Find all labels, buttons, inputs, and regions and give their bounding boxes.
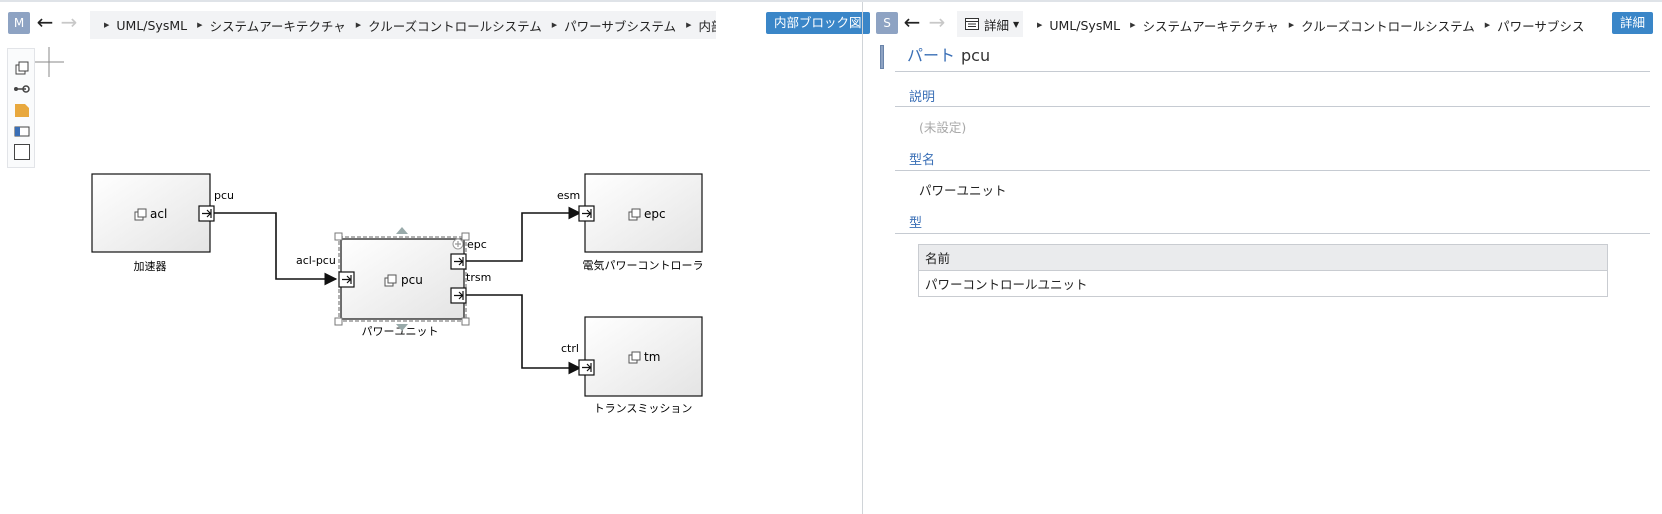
port[interactable] [578,205,595,222]
block-name: pcu [401,273,423,287]
port[interactable] [450,253,467,270]
block-pcu[interactable]: pcu パワーユニット [338,236,467,338]
caret-right-icon: ▶ [1037,21,1043,29]
forward-arrow-icon[interactable]: → [57,11,81,35]
divider [895,71,1650,72]
breadcrumb-label: パワーサブシステム [1497,18,1583,34]
port-label: acl-pcu [296,254,336,267]
caret-right-icon: ▶ [355,21,362,29]
block-type-name: トランスミッション [594,402,693,415]
detail-button[interactable]: 詳細 [1612,12,1654,34]
breadcrumb-label: システムアーキテクチャ [209,18,346,34]
page-title: パート pcu [907,42,990,66]
type-label: 型 [909,216,923,231]
connector[interactable] [210,212,338,286]
caret-right-icon: ▶ [1130,21,1136,29]
diagram-canvas[interactable]: acl 加速器 pcu pcu パワーユニット acl-pcu epc trsm… [0,42,862,514]
add-port-icon[interactable] [452,238,464,250]
block-name: acl [150,207,167,221]
table-header-row: 名前 [918,244,1608,271]
view-mode-dropdown[interactable]: 詳細 ▼ [957,11,1028,37]
breadcrumb-label: システムアーキテクチャ [1142,18,1279,34]
breadcrumb-item[interactable]: ▶ パワーサブシステム [552,16,676,35]
type-name-label: 型名 [909,153,936,168]
breadcrumb-label: パワーサブシステム [564,18,677,34]
breadcrumb-label: UML/SysML [116,17,188,33]
part-name: pcu [961,46,991,65]
block-name: epc [644,207,666,221]
part-kind: パート [907,46,956,65]
column-header-name[interactable]: 名前 [918,244,1608,271]
divider [895,233,1650,234]
caret-right-icon: ▶ [1484,21,1491,29]
view-mode-label: 詳細 [984,17,1010,33]
breadcrumb-item[interactable]: ▶ システムアーキテクチャ [197,16,346,35]
caret-right-icon: ▶ [686,21,692,29]
table-cell[interactable]: パワーコントロールユニット [918,270,1608,297]
port-label: pcu [214,189,234,202]
breadcrumb-item[interactable]: ▶ UML/SysML [1037,18,1120,33]
breadcrumb-item[interactable]: ▶ パワーサブシステム [1485,16,1583,35]
breadcrumb-label: 内部ブロック図 [698,18,716,34]
detail-view-icon [965,18,979,30]
breadcrumb-label: クルーズコントロールシステム [368,18,542,34]
connector[interactable] [464,294,582,375]
block-name: tm [644,350,660,364]
port-label: epc [467,238,487,251]
breadcrumb-item[interactable]: ▶ クルーズコントロールシステム [1289,16,1475,35]
back-arrow-icon[interactable]: ← [33,11,57,35]
diagram-toolbar: M ← → ▶ UML/SysML ▶ システムアーキテクチャ ▶ クルーズコントロー… [0,10,870,40]
properties-toolbar: S ← → 詳細 ▼ ▶ UML/SysML ▶ システムアーキテクチャ ▶ クルーズ… [863,10,1662,40]
caret-right-icon: ▶ [551,21,558,29]
port[interactable] [450,287,467,304]
connector[interactable] [464,206,582,262]
breadcrumb-label: UML/SysML [1049,17,1121,33]
port-label: esm [557,189,580,202]
port[interactable] [578,359,595,376]
breadcrumb-item[interactable]: ▶ システムアーキテクチャ [1130,16,1279,35]
breadcrumb-item[interactable]: ▶ 内部ブロック図 [686,16,716,35]
breadcrumb-item[interactable]: ▶ UML/SysML [104,18,187,33]
port[interactable] [198,205,215,222]
description-label: 説明 [909,90,936,105]
breadcrumb-item[interactable]: ▶ クルーズコントロールシステム [356,16,542,35]
type-name-value[interactable]: パワーユニット [919,180,1007,199]
table-row[interactable]: パワーコントロールユニット [918,270,1608,297]
properties-pane: S ← → 詳細 ▼ ▶ UML/SysML ▶ システムアーキテクチャ ▶ クルーズ… [863,2,1662,514]
breadcrumb: ▶ UML/SysML ▶ システムアーキテクチャ ▶ クルーズコントロールシステム … [1023,11,1583,39]
type-table: 名前 パワーコントロールユニット [918,244,1608,297]
resize-up-icon[interactable] [396,227,408,234]
internal-block-diagram-button[interactable]: 内部ブロック図 [766,12,870,34]
diagram-pane: M ← → ▶ UML/SysML ▶ システムアーキテクチャ ▶ クルーズコントロー… [0,2,870,514]
block-type-name: 電気パワーコントローラ [583,258,704,272]
divider [895,170,1650,171]
forward-arrow-icon[interactable]: → [925,11,949,35]
block-epc[interactable]: epc 電気パワーコントローラ [583,173,704,272]
divider [895,106,1650,107]
caret-right-icon: ▶ [1288,21,1295,29]
block-tm[interactable]: tm トランスミッション [584,316,703,415]
block-acl[interactable]: acl 加速器 [91,173,211,273]
port-label: trsm [466,271,491,284]
description-value[interactable]: (未設定) [919,117,966,136]
port-label: ctrl [561,342,579,355]
mode-badge[interactable]: M [8,12,30,34]
port[interactable] [338,271,355,288]
mode-badge[interactable]: S [876,12,898,34]
caret-right-icon: ▶ [104,21,110,29]
selection-marker [880,45,884,69]
breadcrumb: ▶ UML/SysML ▶ システムアーキテクチャ ▶ クルーズコントロールシステム … [90,11,716,39]
block-type-name: 加速器 [134,260,167,273]
chevron-down-icon: ▼ [1013,19,1020,29]
back-arrow-icon[interactable]: ← [900,11,924,35]
breadcrumb-label: クルーズコントロールシステム [1301,18,1475,34]
caret-right-icon: ▶ [197,21,203,29]
